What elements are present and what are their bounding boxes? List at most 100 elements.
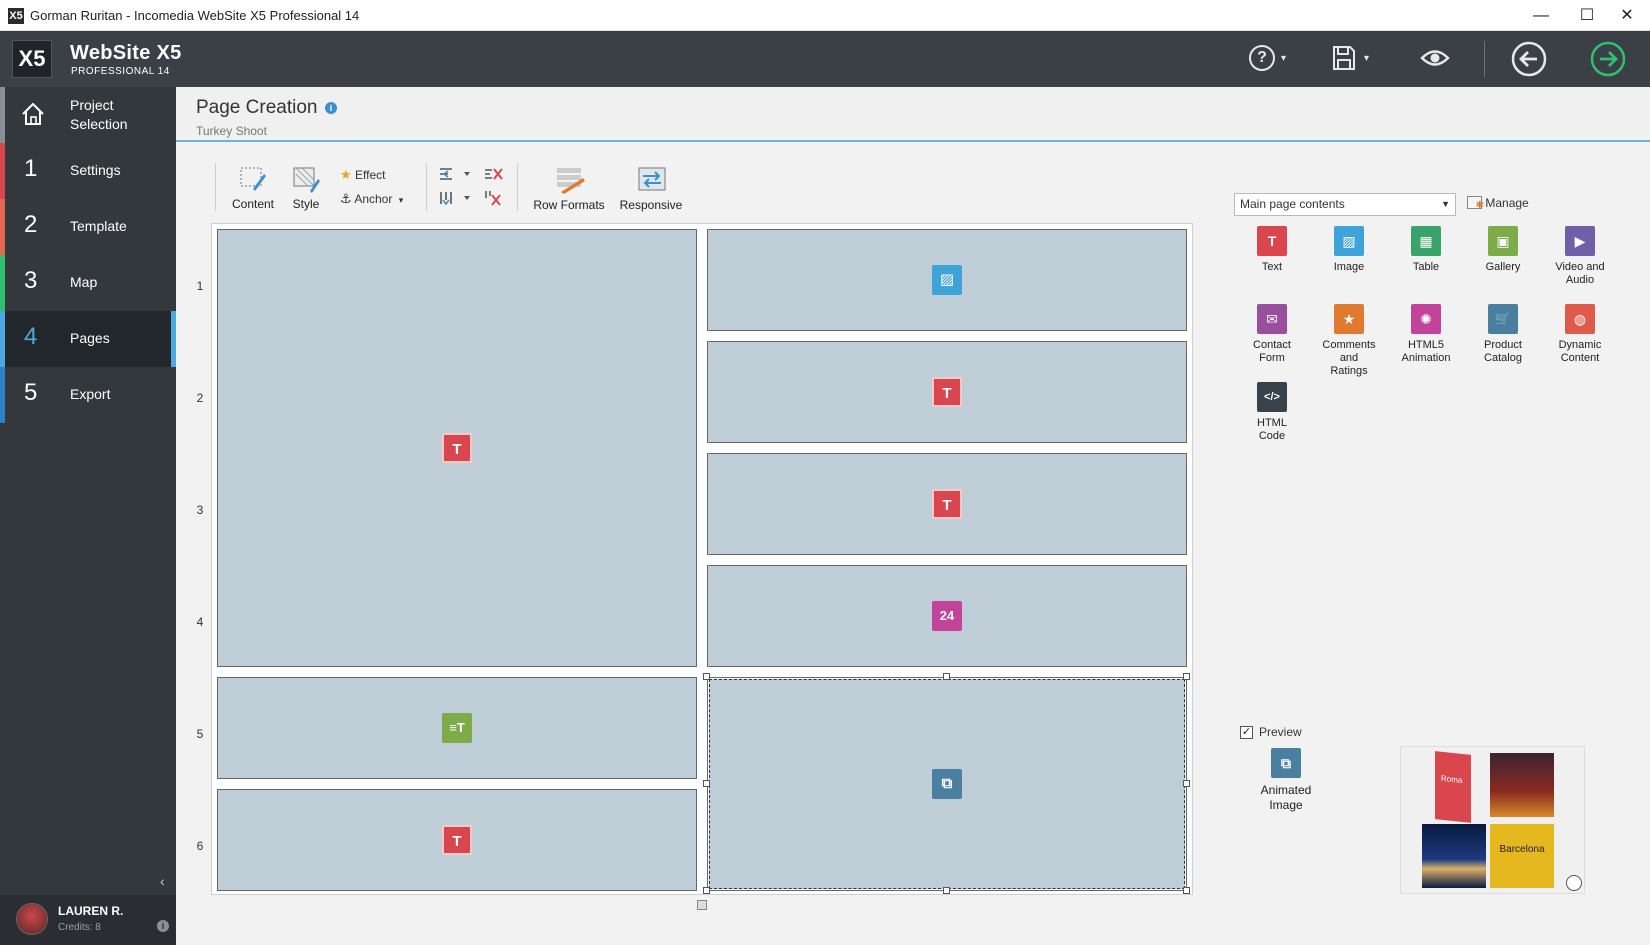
product-name: WebSite X5 bbox=[70, 42, 182, 64]
info-icon[interactable]: i bbox=[157, 920, 169, 932]
sidebar-item-label: Map bbox=[70, 274, 98, 290]
info-icon[interactable]: i bbox=[325, 102, 337, 114]
component-image[interactable]: ▨ Image bbox=[1313, 226, 1385, 274]
row-formats-icon bbox=[555, 166, 585, 194]
resize-handle[interactable] bbox=[703, 887, 710, 894]
effect-label: Effect bbox=[355, 168, 386, 182]
resize-handle[interactable] bbox=[943, 887, 950, 894]
component-label: Table bbox=[1412, 261, 1440, 273]
insert-row-button[interactable] bbox=[438, 166, 472, 182]
component-animated-image[interactable]: ⧉ Animated Image bbox=[1250, 748, 1322, 813]
minimize-button[interactable]: — bbox=[1518, 0, 1564, 31]
app-icon: X5 bbox=[8, 8, 24, 24]
component-gallery[interactable]: ▣ Gallery bbox=[1467, 226, 1539, 274]
row-formats-button[interactable]: Row Formats bbox=[531, 166, 607, 212]
grid-resize-handle[interactable] bbox=[697, 900, 707, 910]
back-arrow-icon[interactable] bbox=[1511, 41, 1547, 77]
sidebar-item-export[interactable]: 5 Export bbox=[0, 367, 176, 423]
style-button[interactable]: Style bbox=[286, 165, 326, 211]
sidebar-item-map[interactable]: 3 Map bbox=[0, 255, 176, 311]
page-subtitle: Turkey Shoot bbox=[196, 124, 267, 138]
component-label: Product bbox=[1484, 339, 1522, 351]
anchor-button[interactable]: ⚓ Anchor ▾ bbox=[340, 191, 403, 207]
sidebar-item-project-selection[interactable]: Project Selection bbox=[0, 87, 176, 143]
nav-stripe bbox=[0, 87, 5, 143]
component-video-audio[interactable]: ▶ Video and Audio bbox=[1544, 226, 1616, 287]
component-html5-animation[interactable]: ✺ HTML5 Animation bbox=[1390, 304, 1462, 365]
save-chevron-down-icon[interactable]: ▾ bbox=[1364, 53, 1369, 64]
resize-handle[interactable] bbox=[703, 673, 710, 680]
envelope-icon: ✉ bbox=[1257, 304, 1287, 334]
collapse-sidebar-icon[interactable]: ‹ bbox=[160, 873, 165, 889]
effect-button[interactable]: ★ Effect bbox=[340, 167, 385, 183]
component-label: Audio bbox=[1565, 274, 1595, 286]
component-dynamic-content[interactable]: ◍ Dynamic Content bbox=[1544, 304, 1616, 365]
component-table[interactable]: ▦ Table bbox=[1390, 226, 1462, 274]
grid-cell[interactable]: ≡T bbox=[217, 677, 697, 779]
preview-eye-icon[interactable] bbox=[1420, 47, 1450, 69]
forward-arrow-icon[interactable] bbox=[1590, 41, 1626, 77]
style-label: Style bbox=[292, 197, 320, 211]
resize-handle[interactable] bbox=[1183, 673, 1190, 680]
component-text[interactable]: T Text bbox=[1236, 226, 1308, 274]
resize-handle[interactable] bbox=[943, 673, 950, 680]
grid-cell[interactable]: T bbox=[707, 341, 1187, 443]
sidebar: Project Selection 1 Settings 2 Template … bbox=[0, 87, 176, 945]
preview-thumb-moulin bbox=[1490, 753, 1554, 817]
close-button[interactable]: ✕ bbox=[1604, 0, 1650, 31]
component-label: Text bbox=[1261, 261, 1283, 273]
manage-icon: ✱ bbox=[1467, 196, 1484, 211]
app-header: X5 WebSite X5 PROFESSIONAL 14 ? ▾ ▾ bbox=[0, 31, 1650, 87]
refresh-icon[interactable] bbox=[1566, 875, 1582, 891]
avatar[interactable] bbox=[16, 903, 48, 935]
sidebar-item-pages[interactable]: 4 Pages bbox=[0, 311, 176, 367]
content-icon bbox=[239, 165, 267, 193]
delete-row-icon[interactable] bbox=[484, 166, 504, 182]
grid-cell[interactable]: ▨ bbox=[707, 229, 1187, 331]
row-number: 2 bbox=[196, 391, 204, 405]
step-number: 1 bbox=[24, 155, 38, 182]
animated-image-preview: Roma Barcelona bbox=[1400, 746, 1585, 894]
image-icon: ▨ bbox=[1334, 226, 1364, 256]
sidebar-item-settings[interactable]: 1 Settings bbox=[0, 143, 176, 199]
manage-button[interactable]: ✱ Manage bbox=[1467, 196, 1529, 211]
anchor-icon: ⚓ bbox=[340, 191, 352, 206]
resize-handle[interactable] bbox=[703, 780, 710, 787]
grid-cell[interactable]: T bbox=[217, 789, 697, 891]
component-product-catalog[interactable]: 🛒 Product Catalog bbox=[1467, 304, 1539, 365]
grid-cell[interactable]: T bbox=[217, 229, 697, 667]
resize-handle[interactable] bbox=[1183, 780, 1190, 787]
grid-cell[interactable]: T bbox=[707, 453, 1187, 555]
grid-cell-selected[interactable]: ⧉ bbox=[707, 677, 1187, 891]
user-credits: Credits: 8 bbox=[58, 922, 101, 933]
anchor-chevron-down-icon: ▾ bbox=[398, 195, 404, 205]
sidebar-item-label: Pages bbox=[70, 330, 110, 346]
help-chevron-down-icon[interactable]: ▾ bbox=[1281, 53, 1286, 64]
text-object-icon: T bbox=[442, 433, 472, 463]
step-number: 4 bbox=[24, 323, 38, 350]
sidebar-item-template[interactable]: 2 Template bbox=[0, 199, 176, 255]
help-icon[interactable]: ? bbox=[1249, 45, 1275, 71]
page-header: Page Creation i Turkey Shoot bbox=[176, 87, 1650, 142]
component-html-code[interactable]: </> HTML Code bbox=[1236, 382, 1308, 443]
table-icon: ▦ bbox=[1411, 226, 1441, 256]
user-name: LAUREN R. bbox=[58, 904, 124, 918]
grid-cell[interactable]: 24 bbox=[707, 565, 1187, 667]
insert-column-button[interactable] bbox=[438, 190, 472, 206]
component-label: Code bbox=[1258, 430, 1286, 442]
component-contact-form[interactable]: ✉ Contact Form bbox=[1236, 304, 1308, 365]
preview-thumb-sydney bbox=[1422, 824, 1486, 888]
delete-column-icon[interactable] bbox=[484, 190, 504, 206]
resize-handle[interactable] bbox=[1183, 887, 1190, 894]
preview-label: Preview bbox=[1259, 725, 1302, 739]
responsive-button[interactable]: Responsive bbox=[616, 166, 686, 212]
component-label: Animated bbox=[1260, 783, 1312, 797]
save-icon[interactable] bbox=[1332, 45, 1356, 71]
preview-checkbox[interactable]: ✓ bbox=[1240, 726, 1253, 739]
object-category-dropdown[interactable]: Main page contents ▼ bbox=[1234, 193, 1456, 216]
content-button[interactable]: Content bbox=[226, 165, 280, 211]
component-label: and bbox=[1339, 352, 1359, 364]
component-comments-ratings[interactable]: ★ Comments and Ratings bbox=[1313, 304, 1385, 378]
window-title: Gorman Ruritan - Incomedia WebSite X5 Pr… bbox=[30, 8, 360, 23]
window-title-bar: X5 Gorman Ruritan - Incomedia WebSite X5… bbox=[0, 0, 1650, 31]
